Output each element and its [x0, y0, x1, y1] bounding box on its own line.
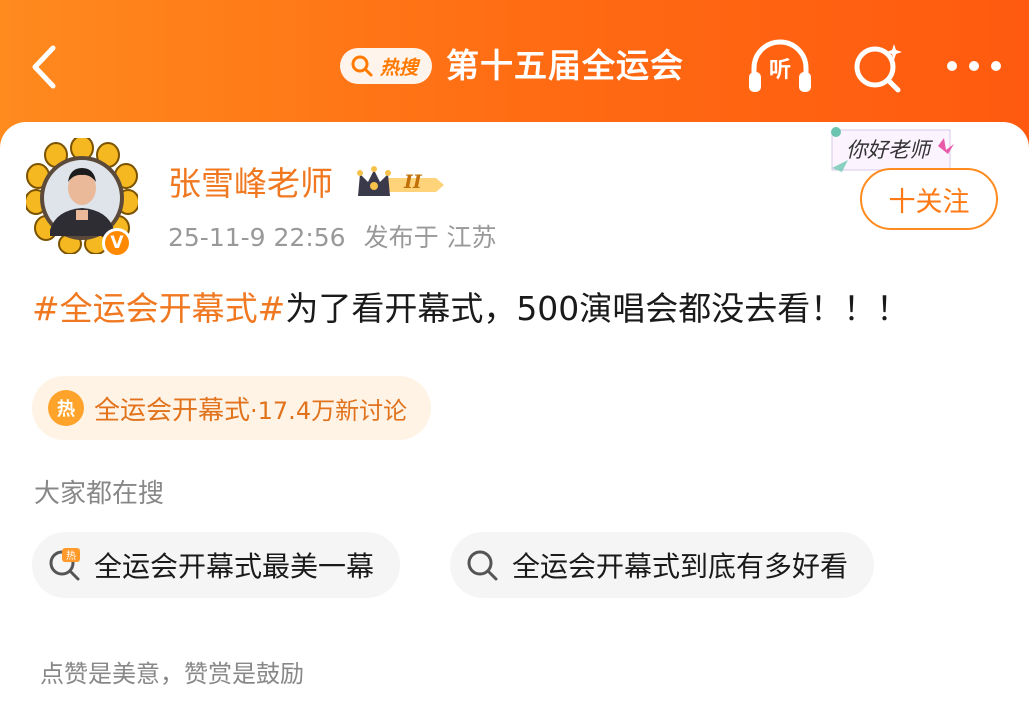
back-button[interactable] [22, 42, 66, 92]
search-icon [351, 55, 373, 77]
top-bar: 热搜 第十五届全运会 听 [0, 0, 1029, 124]
related-search-label: 大家都在搜 [34, 479, 165, 509]
search-sparkle-icon [854, 44, 902, 93]
post-hashtag[interactable]: #全运会开幕式# [32, 289, 285, 328]
chevron-left-icon [32, 45, 56, 89]
verified-badge-icon: V [102, 228, 132, 258]
listen-label: 听 [768, 58, 791, 83]
hot-search-icon: 热 [48, 548, 82, 582]
post-meta: 25-11-9 22:56 发布于 江苏 [168, 218, 497, 258]
more-dots-icon [947, 61, 1001, 71]
post-content: #全运会开幕式#为了看开幕式，500演唱会都没去看！！！ [32, 284, 1002, 334]
post-location: 发布于 江苏 [363, 223, 497, 252]
post-time: 25-11-9 22:56 [168, 223, 346, 252]
post-body-text: 为了看开幕式，500演唱会都没去看！！！ [285, 289, 910, 328]
svg-text:热: 热 [66, 549, 76, 562]
level-crown-badge[interactable]: II [354, 166, 450, 204]
more-button[interactable] [944, 48, 1004, 84]
hot-topic-icon: 热 [48, 390, 84, 426]
sticker-text: 你好老师 [846, 138, 930, 162]
related-search-chip[interactable]: 热 全运会开幕式最美一幕 [32, 532, 401, 598]
level-badge-text: II [404, 171, 422, 193]
related-search-chip-text: 全运会开幕式到底有多好看 [512, 550, 849, 583]
crown-icon [357, 166, 444, 196]
hot-tag-label: 热搜 [380, 56, 419, 79]
follow-button[interactable]: 十关注 [860, 168, 998, 230]
topic-pill-name: 全运会开幕式 [94, 395, 251, 426]
author-name[interactable]: 张雪峰老师 [168, 160, 333, 208]
reward-note: 点赞是美意，赞赏是鼓励 [40, 660, 304, 688]
hot-search-tag[interactable]: 热搜 [340, 48, 432, 84]
related-search-chip[interactable]: 全运会开幕式到底有多好看 [450, 532, 875, 598]
related-search-chip-text: 全运会开幕式最美一幕 [94, 550, 375, 583]
search-icon [466, 548, 500, 582]
listen-button[interactable]: 听 [746, 38, 814, 98]
search-button[interactable] [850, 40, 906, 96]
topic-pill-count: ·17.4万新讨论 [250, 396, 408, 425]
topic-title: 第十五届全运会 [446, 46, 684, 85]
topic-pill[interactable]: 热 全运会开幕式 ·17.4万新讨论 [32, 376, 432, 440]
